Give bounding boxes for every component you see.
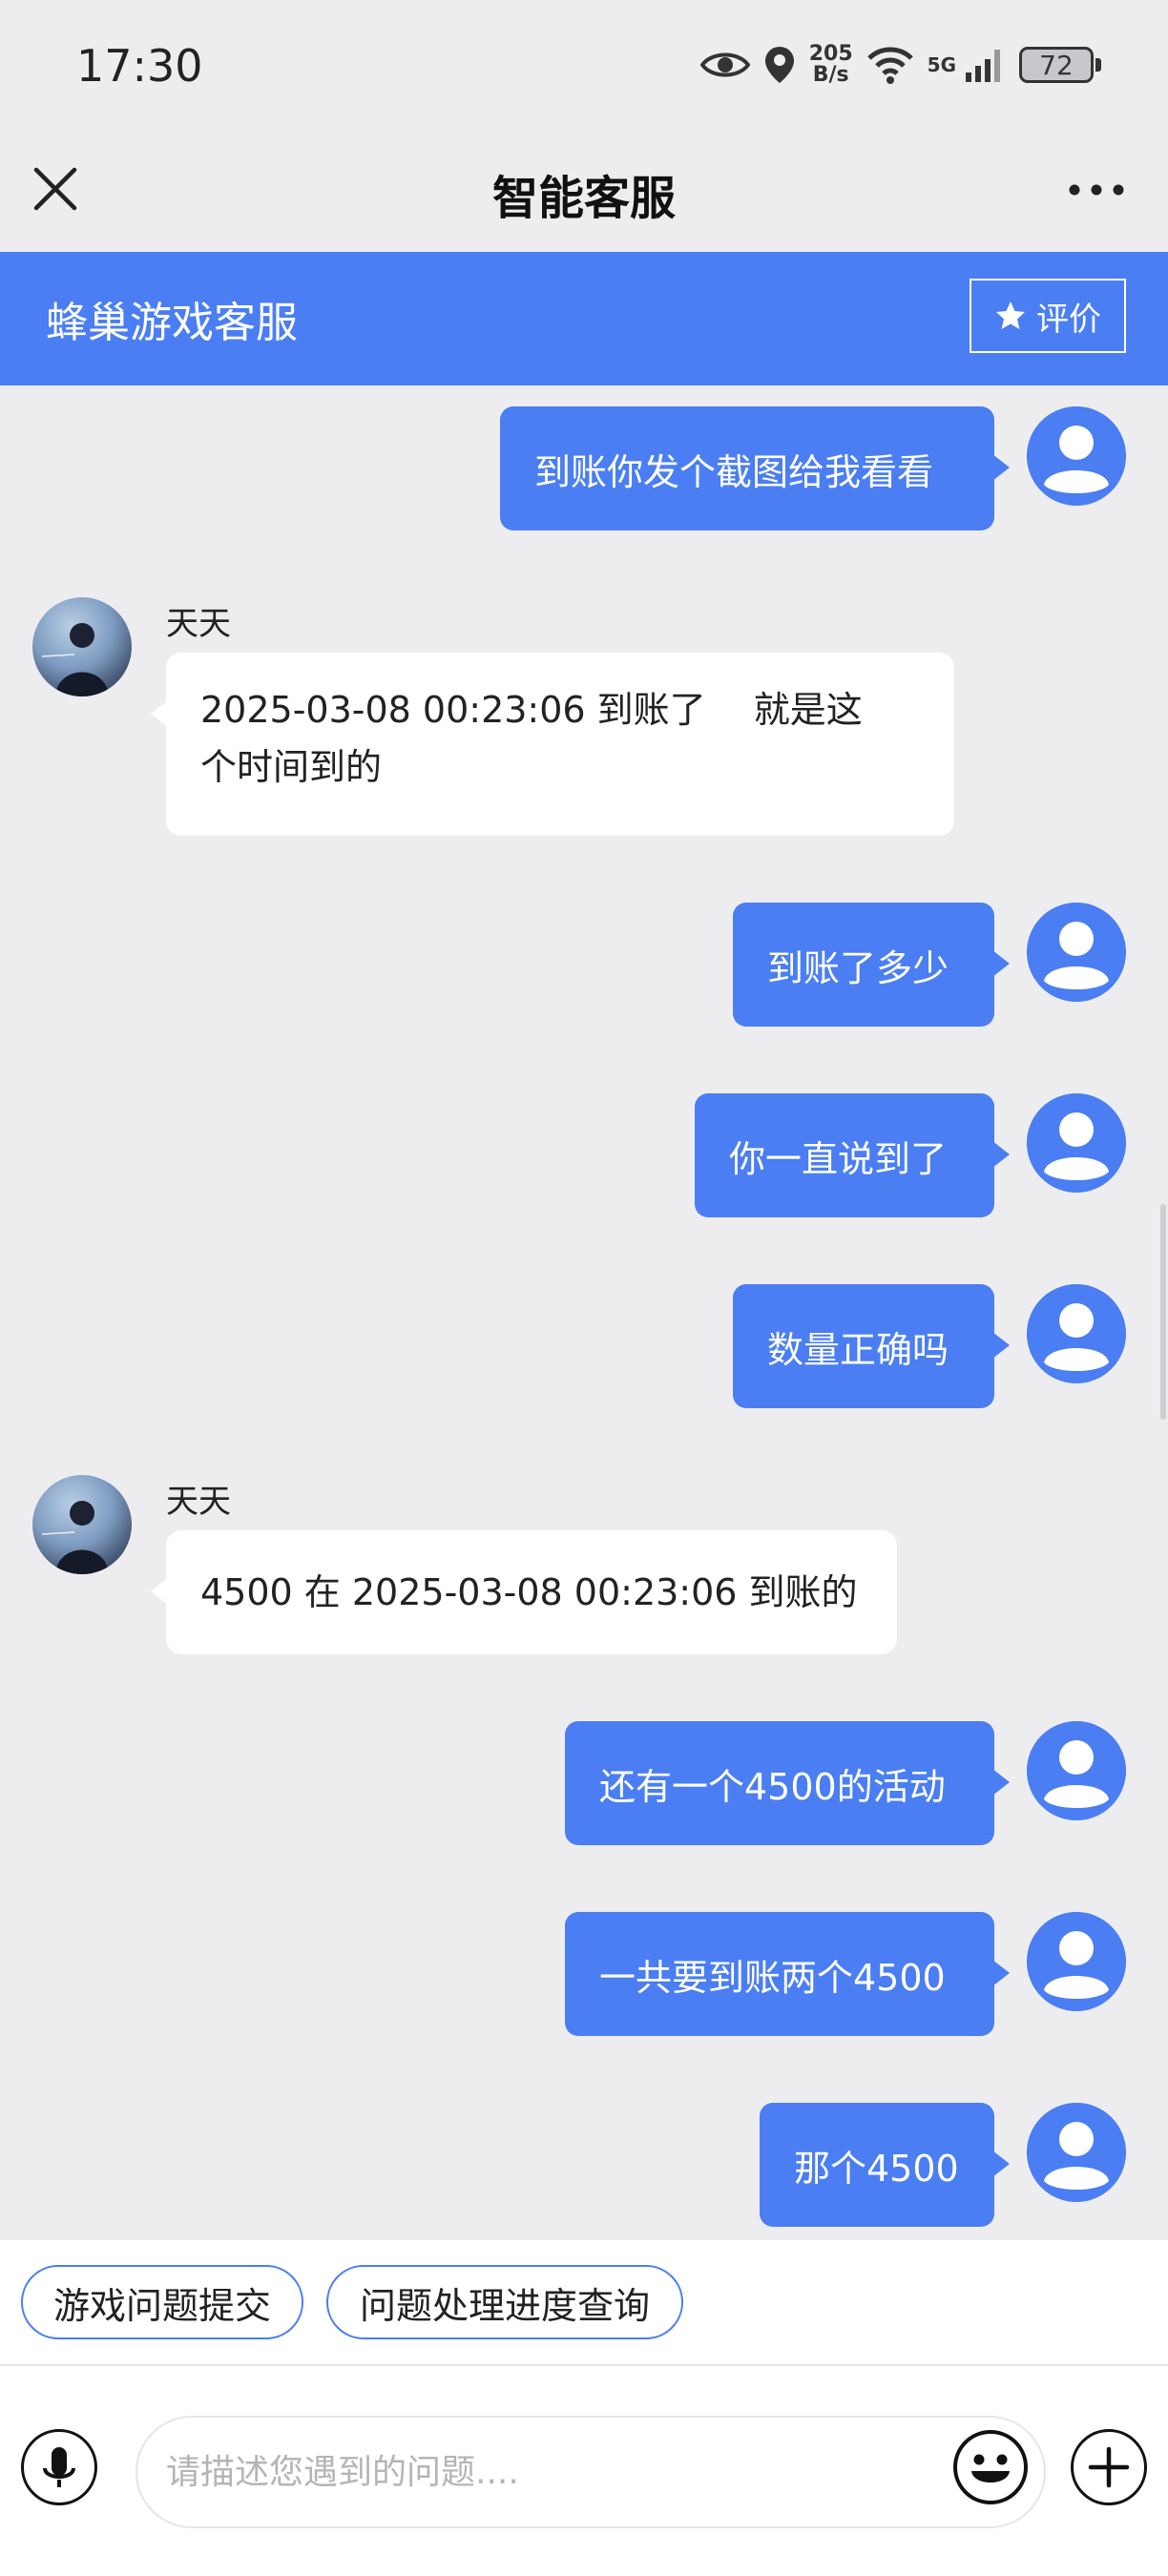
rate-label: 评价 [1036,300,1101,339]
add-button[interactable] [1071,2429,1147,2505]
status-time: 17:30 [76,40,203,92]
user-avatar-icon [1027,406,1126,506]
status-icons: 205 B/s 5G 72 [699,36,1101,93]
message-text-line: 4500 在 2025-03-08 00:23:06 到账的 [200,1571,858,1613]
user-avatar-icon [1027,903,1126,1002]
user-message-bubble: 那个4500 [760,2103,1010,2227]
page-title: 智能客服 [491,172,676,225]
message-text: 还有一个4500的活动 [599,1765,946,1808]
user-avatar-icon [1027,1721,1126,1820]
plus-icon [1088,2446,1130,2488]
signal-icon [966,50,1000,82]
user-avatar-icon [1027,1284,1126,1383]
quick-action-submit-issue[interactable]: 游戏问题提交 [21,2265,303,2339]
agent-message-bubble: 2025-03-08 00:23:06 到账了 就是这 个时间到的 [151,653,954,836]
agent-avatar [32,1475,132,1574]
voice-button[interactable] [21,2429,97,2505]
battery-level: 72 [1019,47,1094,83]
user-message-bubble: 你一直说到了 [695,1093,1010,1217]
message-text: 一共要到账两个4500 [599,1956,946,1999]
message-input[interactable] [136,2416,1046,2528]
agent-name: 天天 [166,605,231,643]
chat-area[interactable]: 到账你发个截图给我看看 天天 2025-03-08 00:23:06 到账了 就… [0,385,1168,2240]
scrollbar[interactable] [1160,1204,1166,1420]
nav-bar: 智能客服 [0,134,1168,252]
speed-unit: B/s [812,63,849,87]
message-text: 数量正确吗 [767,1328,949,1371]
location-icon [764,47,794,83]
network-type: 5G [927,53,956,76]
user-message-bubble: 一共要到账两个4500 [565,1912,1010,2036]
microphone-icon [43,2447,75,2487]
service-title: 蜂巢游戏客服 [46,299,298,347]
agent-name: 天天 [166,1483,231,1521]
user-message-bubble: 到账了多少 [733,903,1010,1027]
agent-avatar-image [41,623,109,696]
emoji-icon[interactable] [952,2429,1029,2505]
wifi-icon [866,47,913,84]
eye-icon [699,52,750,77]
quick-actions: 游戏问题提交 问题处理进度查询 [0,2240,1168,2366]
battery-tip [1095,58,1101,72]
more-icon[interactable] [1063,166,1130,214]
input-bar [0,2366,1168,2576]
message-text-line: 个时间到的 [200,746,383,788]
rate-button[interactable]: 评价 [970,279,1126,353]
network-speed: 205 B/s [809,44,853,86]
agent-avatar [32,597,132,696]
user-message-bubble: 还有一个4500的活动 [565,1721,1010,1845]
message-text: 你一直说到了 [729,1137,948,1180]
battery-indicator: 72 [1019,47,1101,83]
star-icon [996,301,1025,329]
message-text: 那个4500 [794,2147,959,2190]
user-avatar-icon [1027,1912,1126,2011]
message-text-line: 2025-03-08 00:23:06 到账了 就是这 [200,689,863,731]
message-text: 到账你发个截图给我看看 [534,450,934,493]
user-message-bubble: 数量正确吗 [733,1284,1010,1408]
agent-avatar-image [41,1501,109,1574]
message-text: 到账了多少 [767,946,949,989]
status-bar: 17:30 205 B/s 5G 72 [0,0,1168,134]
agent-message-bubble: 4500 在 2025-03-08 00:23:06 到账的 [151,1530,897,1654]
speed-value: 205 [808,42,853,66]
user-avatar-icon [1027,2103,1126,2202]
quick-action-progress-query[interactable]: 问题处理进度查询 [326,2265,683,2339]
user-message-bubble: 到账你发个截图给我看看 [500,406,1010,530]
service-header: 蜂巢游戏客服 评价 [0,252,1168,385]
user-avatar-icon [1027,1093,1126,1193]
